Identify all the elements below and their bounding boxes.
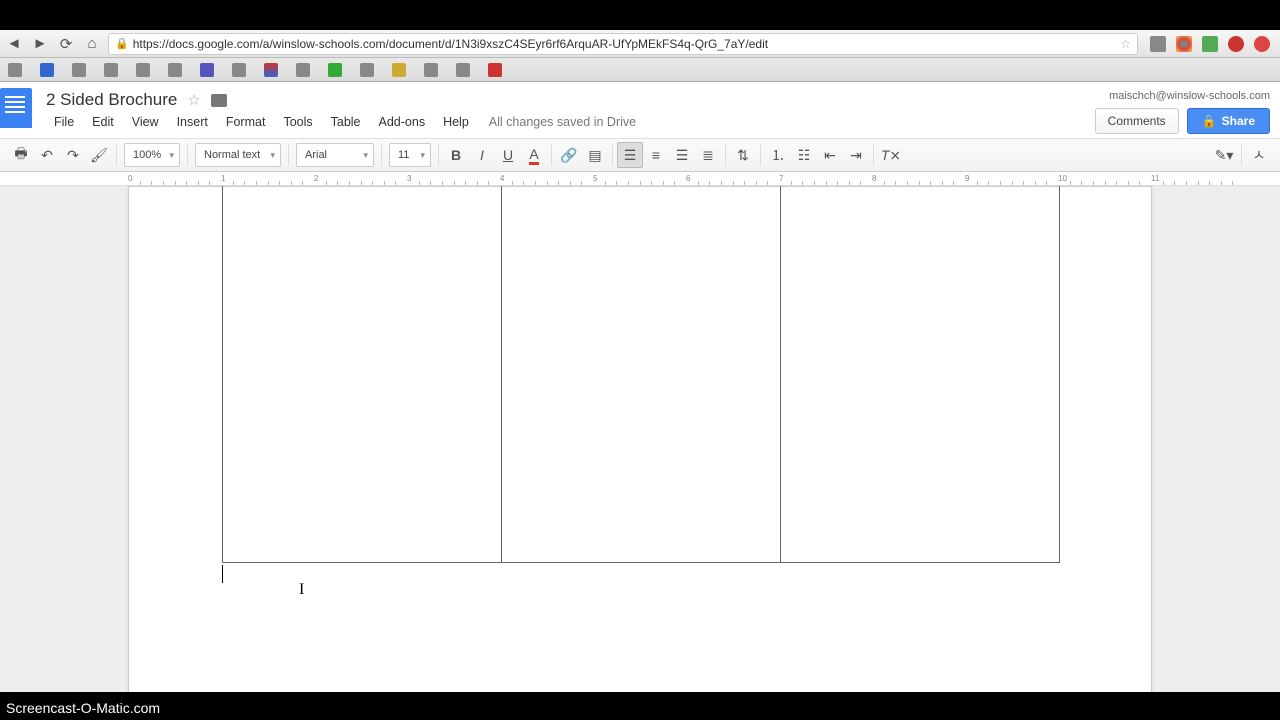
menu-format[interactable]: Format xyxy=(218,112,274,132)
browser-navigation-bar: ◄ ► ⟳ ⌂ 🔒 https://docs.google.com/a/wins… xyxy=(0,30,1280,58)
align-left-button[interactable]: ☰ xyxy=(617,142,643,168)
mouse-text-cursor: I xyxy=(299,581,304,599)
bookmark-item[interactable] xyxy=(424,63,438,77)
bookmark-item[interactable] xyxy=(8,63,22,77)
bookmark-item[interactable] xyxy=(296,63,310,77)
extension-icon[interactable] xyxy=(1176,36,1192,52)
clear-formatting-button[interactable]: T⨯ xyxy=(878,142,904,168)
extension-icon[interactable] xyxy=(1254,36,1270,52)
menu-tools[interactable]: Tools xyxy=(275,112,320,132)
hide-menus-button[interactable]: ㅅ xyxy=(1246,142,1272,168)
table-cell[interactable] xyxy=(223,186,502,563)
extension-icon[interactable] xyxy=(1150,36,1166,52)
home-button[interactable]: ⌂ xyxy=(82,34,102,54)
menu-view[interactable]: View xyxy=(124,112,167,132)
paint-format-button[interactable]: 🖌 xyxy=(86,142,112,168)
bold-button[interactable]: B xyxy=(443,142,469,168)
docs-logo[interactable] xyxy=(0,88,32,128)
print-button[interactable]: 🖶 xyxy=(8,142,34,168)
address-bar[interactable]: 🔒 https://docs.google.com/a/winslow-scho… xyxy=(108,33,1138,55)
bookmark-item[interactable] xyxy=(488,63,502,77)
star-icon[interactable]: ☆ xyxy=(187,91,200,109)
lock-icon: 🔒 xyxy=(1202,114,1217,128)
undo-button[interactable]: ↶ xyxy=(34,142,60,168)
forward-button[interactable]: ► xyxy=(30,34,50,54)
menu-bar: File Edit View Insert Format Tools Table… xyxy=(46,112,636,132)
font-select[interactable]: Arial xyxy=(296,143,374,167)
document-canvas[interactable]: I xyxy=(0,186,1280,696)
horizontal-ruler[interactable]: 01234567891011 xyxy=(0,172,1280,186)
style-select[interactable]: Normal text xyxy=(195,143,281,167)
align-right-button[interactable]: ☰ xyxy=(669,142,695,168)
pinterest-icon[interactable] xyxy=(1228,36,1244,52)
bookmark-item[interactable] xyxy=(392,63,406,77)
document-page[interactable]: I xyxy=(128,186,1152,696)
save-status: All changes saved in Drive xyxy=(489,115,636,129)
bookmark-item[interactable] xyxy=(168,63,182,77)
increase-indent-button[interactable]: ⇥ xyxy=(843,142,869,168)
numbered-list-button[interactable]: ⒈ xyxy=(765,142,791,168)
bookmark-item[interactable] xyxy=(40,63,54,77)
menu-addons[interactable]: Add-ons xyxy=(371,112,434,132)
align-justify-button[interactable]: ≣ xyxy=(695,142,721,168)
insert-link-button[interactable]: 🔗 xyxy=(556,142,582,168)
line-spacing-button[interactable]: ⇅ xyxy=(730,142,756,168)
bookmark-item[interactable] xyxy=(232,63,246,77)
user-email[interactable]: maischch@winslow-schools.com xyxy=(1109,90,1270,102)
menu-insert[interactable]: Insert xyxy=(169,112,216,132)
table-cell[interactable] xyxy=(502,186,781,563)
editing-mode-button[interactable]: ✎▾ xyxy=(1211,142,1237,168)
bookmark-item[interactable] xyxy=(136,63,150,77)
bookmark-item[interactable] xyxy=(200,63,214,77)
italic-button[interactable]: I xyxy=(469,142,495,168)
comments-button[interactable]: Comments xyxy=(1095,108,1179,134)
toolbar: 🖶 ↶ ↷ 🖌 100% Normal text Arial 11 B I U … xyxy=(0,138,1280,172)
url-text: https://docs.google.com/a/winslow-school… xyxy=(133,37,768,51)
table-cell[interactable] xyxy=(781,186,1060,563)
brochure-table[interactable] xyxy=(222,186,1060,563)
text-caret xyxy=(222,565,223,583)
extension-icons xyxy=(1144,36,1276,52)
text-color-button[interactable]: A xyxy=(521,142,547,168)
insert-comment-button[interactable]: ▤ xyxy=(582,142,608,168)
bookmark-item[interactable] xyxy=(104,63,118,77)
share-button[interactable]: 🔒 Share xyxy=(1187,108,1270,134)
lock-icon: 🔒 xyxy=(115,37,129,50)
bookmark-item[interactable] xyxy=(264,63,278,77)
document-title[interactable]: 2 Sided Brochure xyxy=(46,90,177,110)
extension-icon[interactable] xyxy=(1202,36,1218,52)
align-center-button[interactable]: ≡ xyxy=(643,142,669,168)
watermark: Screencast-O-Matic.com xyxy=(6,700,160,716)
menu-help[interactable]: Help xyxy=(435,112,477,132)
folder-icon[interactable] xyxy=(211,94,227,107)
bookmark-star-icon[interactable]: ☆ xyxy=(1120,37,1131,51)
bulleted-list-button[interactable]: ☷ xyxy=(791,142,817,168)
redo-button[interactable]: ↷ xyxy=(60,142,86,168)
menu-table[interactable]: Table xyxy=(323,112,369,132)
bookmark-item[interactable] xyxy=(360,63,374,77)
zoom-select[interactable]: 100% xyxy=(124,143,180,167)
menu-edit[interactable]: Edit xyxy=(84,112,122,132)
font-size-select[interactable]: 11 xyxy=(389,143,431,167)
menu-file[interactable]: File xyxy=(46,112,82,132)
reload-button[interactable]: ⟳ xyxy=(56,34,76,54)
bookmarks-bar xyxy=(0,58,1280,82)
bookmark-item[interactable] xyxy=(328,63,342,77)
underline-button[interactable]: U xyxy=(495,142,521,168)
decrease-indent-button[interactable]: ⇤ xyxy=(817,142,843,168)
bookmark-item[interactable] xyxy=(456,63,470,77)
back-button[interactable]: ◄ xyxy=(4,34,24,54)
bookmark-item[interactable] xyxy=(72,63,86,77)
